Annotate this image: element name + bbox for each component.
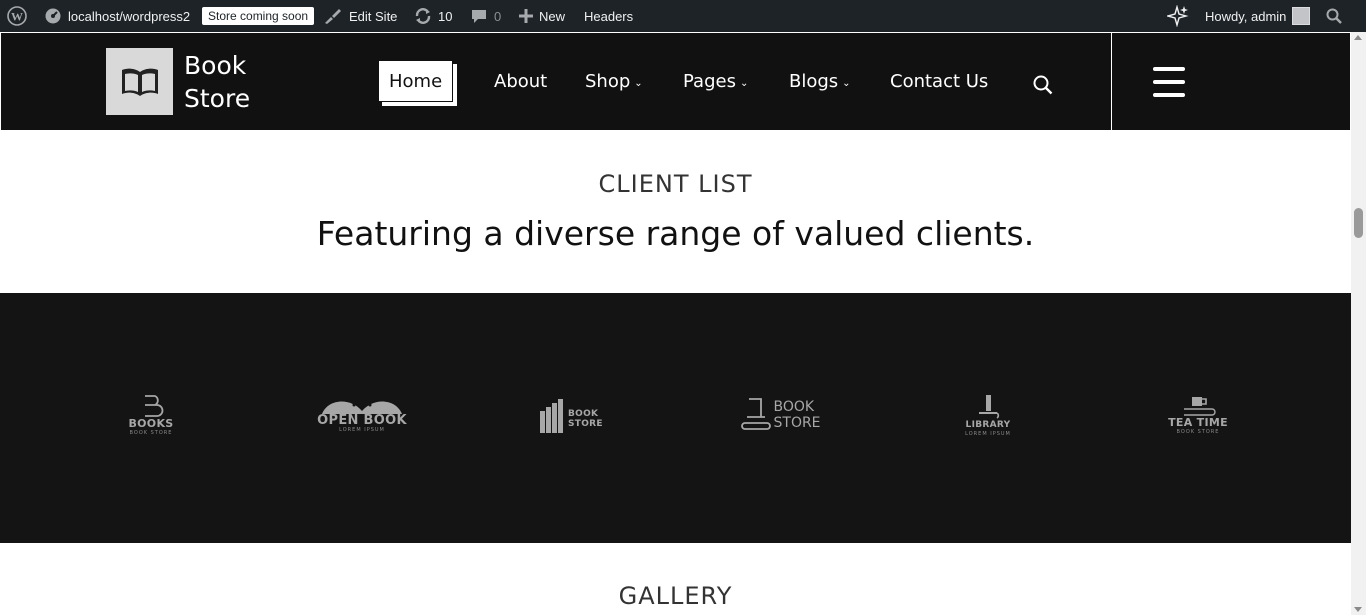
client-logo-tea-time[interactable]: TEA TIME BOOK STORE (1168, 390, 1228, 440)
client-logo-books[interactable]: BOOKS BOOK STORE (126, 390, 176, 440)
hamburger-menu-icon[interactable] (1153, 67, 1185, 97)
wp-admin-bar: W localhost/wordpress2 Store coming soon… (0, 0, 1366, 32)
client-logo-bookshelf[interactable]: BOOK STORE (534, 390, 608, 440)
stacked-books-icon (740, 398, 771, 430)
nav-contact[interactable]: Contact Us (890, 60, 988, 102)
scroll-down-arrow-icon[interactable] (1354, 607, 1362, 612)
headers-link[interactable]: Headers (584, 0, 633, 32)
client-list-subtitle: CLIENT LIST (598, 170, 753, 198)
gallery-title: GALLERY (618, 582, 733, 610)
scroll-thumb[interactable] (1354, 208, 1363, 238)
edit-site-link[interactable]: Edit Site (323, 0, 397, 32)
client-logos-strip: BOOKS BOOK STORE OPEN BOOK LOREM IPSUM B… (0, 293, 1351, 543)
nav-about[interactable]: About (494, 60, 547, 102)
dashboard-icon (45, 8, 61, 24)
nav-pages[interactable]: Pages ⌄ (683, 60, 748, 102)
admin-search-icon[interactable] (1326, 0, 1342, 32)
open-book-logo-icon (121, 68, 158, 96)
account-menu[interactable]: Howdy, admin (1205, 0, 1311, 32)
scroll-up-arrow-icon[interactable] (1354, 35, 1362, 40)
open-book-icon (322, 401, 402, 414)
book-stand-icon (979, 394, 1000, 419)
nav-blogs[interactable]: Blogs ⌄ (789, 60, 851, 102)
site-title[interactable]: Book Store (184, 49, 250, 115)
brush-icon (325, 9, 341, 24)
site-name-link[interactable]: localhost/wordpress2 (44, 0, 190, 32)
client-logo-stacked-books[interactable]: BOOK STORE (740, 390, 821, 440)
ai-sparkle-icon[interactable] (1167, 0, 1189, 32)
b-letter-icon (145, 394, 164, 417)
svg-text:W: W (11, 10, 23, 24)
tea-cup-icon (1184, 396, 1216, 416)
chevron-down-icon: ⌄ (634, 77, 643, 89)
updates-link[interactable]: 10 (414, 0, 452, 32)
avatar (1292, 7, 1311, 25)
client-list-heading: Featuring a diverse range of valued clie… (316, 214, 1035, 253)
header-divider (1111, 32, 1112, 131)
comments-link[interactable]: 0 (470, 0, 501, 32)
search-icon[interactable] (1033, 64, 1053, 106)
client-logo-open-book[interactable]: OPEN BOOK LOREM IPSUM (316, 390, 408, 440)
bookshelf-icon (540, 399, 563, 433)
page-scrollbar[interactable] (1351, 32, 1366, 615)
chevron-down-icon: ⌄ (739, 77, 749, 89)
client-logo-library[interactable]: LIBRARY LOREM IPSUM (963, 390, 1013, 440)
updates-icon (415, 8, 431, 24)
comment-icon (472, 10, 486, 23)
site-url: localhost/wordpress2 (68, 8, 191, 24)
chevron-down-icon: ⌄ (842, 77, 851, 89)
nav-shop[interactable]: Shop ⌄ (585, 60, 643, 102)
store-coming-soon-badge[interactable]: Store coming soon (202, 0, 315, 32)
nav-home[interactable]: Home (378, 60, 454, 102)
page: W localhost/wordpress2 Store coming soon… (0, 0, 1366, 615)
site-logo[interactable] (106, 48, 173, 115)
wordpress-logo-icon[interactable]: W (7, 0, 27, 32)
new-content-link[interactable]: New (519, 0, 565, 32)
plus-icon (519, 9, 533, 23)
